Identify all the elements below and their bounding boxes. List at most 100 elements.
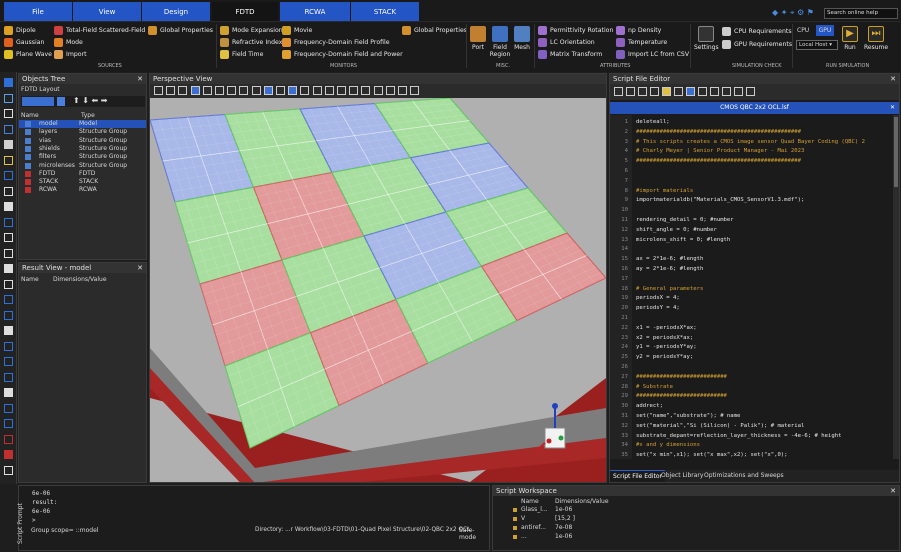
tool-icon[interactable] (4, 357, 13, 366)
file-tab[interactable]: CMOS QBC 2x2 OCL.lsf ✕ (610, 102, 899, 114)
editor-tool-icon[interactable] (662, 87, 671, 96)
source-global-properties-button[interactable]: Global Properties (148, 26, 213, 35)
view-tool-icon[interactable] (190, 86, 200, 95)
tree-row[interactable]: FDTD FDTD (19, 170, 146, 178)
lc-orientation-button[interactable]: LC Orientation (538, 38, 595, 47)
editor-tool-icon[interactable] (626, 87, 635, 96)
editor-tool-icon[interactable] (710, 87, 719, 96)
tool-icon[interactable] (4, 155, 13, 165)
fd-field-profile-button[interactable]: Frequency-Domain Field Profile (282, 38, 390, 47)
view-tool-icon[interactable] (215, 86, 224, 95)
code-area[interactable]: 1 deleteall; 2 ############################… (610, 118, 892, 458)
editor-tool-icon[interactable] (614, 87, 623, 96)
view-tool-icon[interactable] (385, 86, 395, 95)
editor-tool-icon[interactable] (638, 87, 647, 96)
tree-row[interactable]: shields Structure Group (19, 145, 146, 153)
tool-icon[interactable] (4, 140, 13, 149)
3d-viewport[interactable] (150, 98, 606, 482)
tool-icon[interactable] (4, 264, 13, 273)
view-tool-icon[interactable] (178, 86, 188, 95)
close-icon[interactable]: ✕ (890, 74, 896, 84)
editor-tool-icon[interactable] (722, 87, 731, 96)
tree-tool-icons[interactable] (22, 97, 54, 106)
tool-icon[interactable] (4, 93, 13, 103)
view-tool-icon[interactable] (154, 86, 163, 95)
temperature-button[interactable]: Temperature (616, 38, 667, 47)
view-tool-icon[interactable] (300, 86, 310, 95)
view-tool-icon[interactable] (263, 86, 273, 95)
cpu-requirements-button[interactable]: CPU Requirements (722, 27, 792, 36)
view-tool-icon[interactable] (361, 86, 371, 95)
tool-icon[interactable] (4, 109, 13, 118)
tool-icon[interactable] (4, 124, 13, 134)
tool-icon[interactable] (4, 465, 13, 475)
editor-scrollbar[interactable] (893, 115, 899, 459)
tree-row[interactable]: STACK STACK (19, 178, 146, 186)
move-arrows-icons[interactable]: ⬆ ⬇ ⬅ ➡ (73, 96, 107, 105)
dipole-button[interactable]: Dipole (4, 26, 36, 35)
workspace-row[interactable]: antiref... 7e-08 (493, 524, 893, 532)
tool-icon[interactable] (4, 248, 13, 258)
fd-field-power-button[interactable]: Frequency-Domain Field and Power (282, 50, 403, 59)
refractive-index-button[interactable]: Refractive Index (220, 38, 282, 47)
host-select[interactable]: Local Host ▾ (796, 40, 838, 50)
field-region-button[interactable]: Field Region (490, 26, 510, 58)
tool-icon[interactable] (4, 279, 13, 289)
editor-tool-icon[interactable] (686, 87, 695, 96)
tool-icon[interactable] (4, 78, 13, 87)
close-icon[interactable]: ✕ (137, 263, 143, 273)
matrix-transform-button[interactable]: Matrix Transform (538, 50, 602, 59)
view-tool-icon[interactable] (227, 86, 237, 95)
gpu-toggle[interactable]: GPU (816, 25, 834, 36)
tool-icon[interactable] (4, 372, 13, 382)
close-file-icon[interactable]: ✕ (890, 102, 895, 114)
editor-tool-icon[interactable] (698, 87, 707, 96)
mode-expansion-button[interactable]: Mode Expansion (220, 26, 283, 35)
workspace-row[interactable]: Glass_l... 1e-06 (493, 506, 893, 514)
workspace-row[interactable]: V [15,2 ] (493, 515, 893, 523)
tool-icon[interactable] (4, 310, 13, 320)
gaussian-button[interactable]: Gaussian (4, 38, 44, 47)
movie-button[interactable]: Movie (282, 26, 312, 35)
tree-row[interactable]: microlenses Structure Group (19, 162, 146, 170)
tab-script-file-editor[interactable]: Script File Editor (610, 470, 666, 482)
workspace-row[interactable]: ... 1e-06 (493, 533, 893, 541)
tab-view[interactable]: View (73, 2, 141, 22)
view-tool-icon[interactable] (373, 86, 383, 95)
permittivity-rotation-button[interactable]: Permittivity Rotation (538, 26, 613, 35)
view-tool-icon[interactable] (239, 86, 249, 95)
field-time-button[interactable]: Field Time (220, 50, 263, 59)
tool-icon[interactable] (4, 186, 13, 196)
search-input[interactable]: Search online help (824, 8, 898, 19)
help-icons[interactable]: ◆ ✦ ⌖ ⚙ ⚑ (772, 8, 814, 18)
editor-tool-icon[interactable] (746, 87, 755, 96)
settings-button[interactable]: Settings (694, 26, 719, 51)
resume-button[interactable]: ⏭ Resume (864, 26, 888, 51)
tree-row[interactable]: RCWA RCWA (19, 186, 146, 194)
tool-icon[interactable] (4, 388, 13, 397)
tool-icon[interactable] (4, 171, 13, 180)
tool-icon[interactable] (4, 341, 13, 351)
tab-file[interactable]: File (4, 2, 72, 22)
tool-icon[interactable] (4, 233, 13, 242)
view-tool-icon[interactable] (202, 86, 212, 95)
close-icon[interactable]: ✕ (890, 486, 896, 496)
tree-row[interactable]: filters Structure Group (19, 153, 146, 161)
tool-icon[interactable] (4, 202, 13, 211)
tree-row[interactable]: layers Structure Group (19, 128, 146, 136)
gpu-requirements-button[interactable]: GPU Requirements (722, 40, 792, 49)
tfsf-button[interactable]: Total-Field Scattered-Field (54, 26, 145, 35)
view-tool-icon[interactable] (337, 86, 346, 95)
tab-stack[interactable]: STACK (351, 2, 419, 22)
view-tool-icon[interactable] (398, 86, 407, 95)
tree-row[interactable]: vias Structure Group (19, 137, 146, 145)
tab-fdtd[interactable]: FDTD (212, 2, 278, 22)
close-icon[interactable]: ✕ (137, 74, 143, 84)
tool-icon[interactable] (4, 434, 13, 444)
select-icon[interactable] (57, 97, 65, 106)
view-tool-icon[interactable] (410, 86, 420, 95)
tool-icon[interactable] (4, 403, 13, 413)
tree-row[interactable]: model Model (19, 120, 146, 128)
mode-source-button[interactable]: Mode (54, 38, 83, 47)
editor-tool-icon[interactable] (674, 87, 683, 96)
